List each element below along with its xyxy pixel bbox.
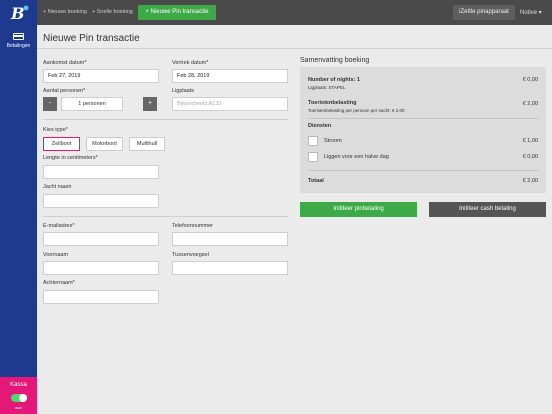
type-multihull-button[interactable]: Multihull bbox=[129, 137, 165, 151]
arrival-date-field[interactable]: Feb 27, 2019 bbox=[43, 69, 159, 83]
summary-divider bbox=[308, 118, 538, 119]
booking-summary: Number of nights: 1 Ligplaats: STAPEL € … bbox=[300, 67, 546, 193]
user-menu[interactable]: Notive ▾ bbox=[520, 9, 542, 16]
service-checkbox-stroom[interactable] bbox=[308, 136, 318, 146]
berth-label: Ligplaats bbox=[172, 88, 195, 94]
new-booking-link[interactable]: + Nieuwe boeking bbox=[43, 9, 87, 15]
summary-divider bbox=[308, 170, 538, 171]
email-field[interactable] bbox=[43, 232, 159, 246]
departure-date-label: Vertrek datum* bbox=[172, 60, 209, 66]
nights-label: Number of nights: 1 bbox=[308, 77, 360, 83]
credit-card-icon bbox=[13, 33, 24, 40]
sidebar-item-label: Betalingen bbox=[6, 43, 31, 49]
kassa-toggle-text: aan bbox=[15, 405, 22, 410]
page-title: Nieuwe Pin transactie bbox=[43, 33, 140, 44]
summary-title: Samenvatting boeking bbox=[300, 57, 370, 64]
app-logo-icon[interactable]: B bbox=[9, 4, 31, 22]
berth-input[interactable]: Bijvoorbeeld A133 bbox=[172, 97, 288, 111]
middle-name-label: Tussenvoegsel bbox=[172, 252, 209, 258]
length-input[interactable] bbox=[43, 165, 159, 179]
yacht-name-input[interactable] bbox=[43, 194, 159, 208]
persons-value[interactable]: 1 personen bbox=[61, 97, 123, 111]
toggle-knob bbox=[19, 394, 27, 402]
total-label: Totaal bbox=[308, 178, 324, 184]
main-content: Nieuwe Pin transactie Aankomst datum* Fe… bbox=[37, 25, 552, 414]
tax-price: € 2,00 bbox=[522, 101, 538, 107]
persons-label: Aantal personen* bbox=[43, 88, 86, 94]
service-price-halve-dag: € 0,00 bbox=[522, 154, 538, 160]
sidebar-item-betalingen[interactable]: Betalingen bbox=[0, 30, 37, 52]
departure-date-field[interactable]: Feb 28, 2019 bbox=[172, 69, 288, 83]
sidebar: B Betalingen Kassa aan bbox=[0, 0, 37, 414]
quick-booking-link[interactable]: + Snelle boeking bbox=[92, 9, 133, 15]
service-label-stroom: Stroom bbox=[324, 138, 342, 144]
svg-text:B: B bbox=[10, 4, 25, 22]
kassa-label: Kassa bbox=[10, 382, 27, 388]
phone-field[interactable] bbox=[172, 232, 288, 246]
tax-label: Toeristenbelasting bbox=[308, 100, 357, 106]
izettle-device-button[interactable]: iZettle pinapparaat bbox=[453, 5, 515, 20]
new-pin-transaction-button[interactable]: + Nieuwe Pin transactie bbox=[138, 5, 216, 20]
phone-label: Telefoonnummer bbox=[172, 223, 213, 229]
nights-subtext: Ligplaats: STAPEL bbox=[308, 85, 346, 90]
title-divider bbox=[37, 48, 552, 49]
first-name-field[interactable] bbox=[43, 261, 159, 275]
kassa-panel: Kassa aan bbox=[0, 377, 37, 414]
type-sailboat-button[interactable]: Zeilboot bbox=[43, 137, 80, 151]
arrival-date-label: Aankomst datum* bbox=[43, 60, 87, 66]
service-label-halve-dag: Liggen voor een halve dag bbox=[324, 154, 389, 160]
persons-decrement-button[interactable]: - bbox=[43, 97, 57, 111]
yacht-name-label: Jacht naam bbox=[43, 184, 72, 190]
initiate-cash-payment-button[interactable]: Inititeer cash betaling bbox=[429, 202, 546, 217]
service-price-stroom: € 1,00 bbox=[522, 138, 538, 144]
tax-subtext: Toeristenbelasting per persoon per nacht… bbox=[308, 108, 405, 113]
last-name-field[interactable] bbox=[43, 290, 159, 304]
middle-name-field[interactable] bbox=[172, 261, 288, 275]
services-label: Diensten bbox=[308, 123, 332, 129]
form-divider bbox=[43, 119, 288, 120]
email-label: E-mailadres* bbox=[43, 223, 75, 229]
service-checkbox-halve-dag[interactable] bbox=[308, 152, 318, 162]
top-bar: + Nieuwe boeking + Snelle boeking + Nieu… bbox=[37, 0, 552, 25]
nights-price: € 0,00 bbox=[522, 77, 538, 83]
first-name-label: Voornaam bbox=[43, 252, 69, 258]
length-label: Lengte in centimeters* bbox=[43, 155, 98, 161]
form-divider bbox=[43, 216, 288, 217]
boat-type-label: Kies type* bbox=[43, 127, 68, 133]
last-name-label: Achternaam* bbox=[43, 280, 75, 286]
kassa-toggle[interactable] bbox=[11, 394, 27, 402]
persons-increment-button[interactable]: + bbox=[143, 97, 157, 111]
total-price: € 2,00 bbox=[522, 178, 538, 184]
type-motorboat-button[interactable]: Motorboot bbox=[86, 137, 123, 151]
initiate-pin-payment-button[interactable]: Inititeer pinbetaling bbox=[300, 202, 417, 217]
